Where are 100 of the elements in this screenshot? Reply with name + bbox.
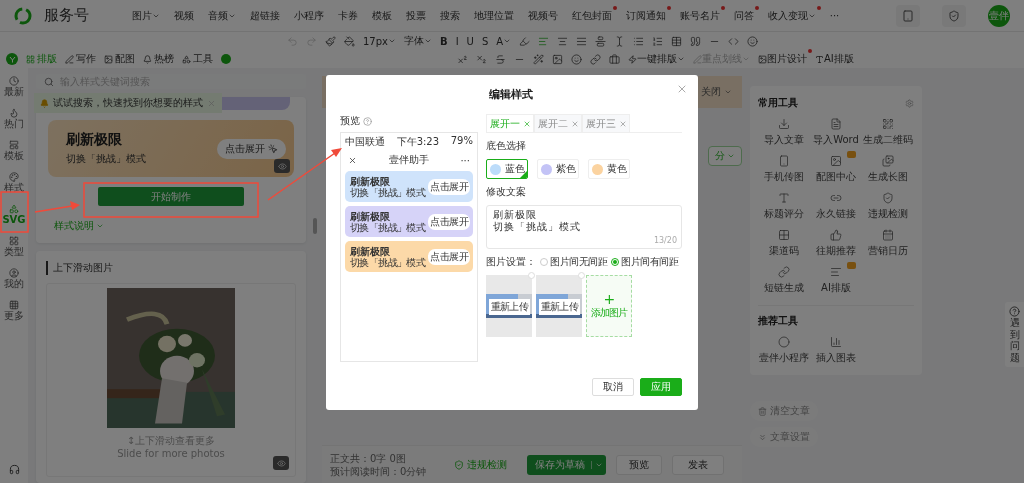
expand-button[interactable]: 点击展开	[428, 213, 470, 230]
format-button[interactable]: I	[455, 35, 459, 47]
expand-button[interactable]: 点击展开	[217, 138, 286, 159]
text-field[interactable]: 刷新极限 切换「挑战」模式 13/20	[486, 205, 682, 249]
panel-tab[interactable]: 写作	[65, 52, 96, 66]
tool-item[interactable]: 永久链接	[810, 192, 862, 221]
sidebar-item[interactable]: 热门	[4, 108, 24, 129]
tab[interactable]: 展开三	[582, 114, 630, 132]
save-draft-button[interactable]: 保存为草稿	[527, 454, 606, 475]
tool-item[interactable]: AI排版	[810, 266, 862, 295]
tool-item[interactable]: 导入Word	[810, 118, 862, 147]
help-tab[interactable]: 遇到问题	[1005, 302, 1024, 367]
tool-item[interactable]: 壹伴小程序	[758, 336, 810, 365]
cancel-button[interactable]: 取消	[592, 378, 634, 396]
menu-item[interactable]: 收入变现	[760, 8, 823, 23]
panel-tab[interactable]: 配图	[104, 52, 135, 66]
color-option[interactable]: 紫色	[537, 159, 579, 179]
style-help-link[interactable]: 样式说明	[54, 219, 104, 233]
apply-button[interactable]: 应用	[640, 378, 682, 396]
format-button[interactable]: B	[440, 35, 448, 47]
menu-item[interactable]: 红包封面	[564, 8, 619, 23]
expand-button[interactable]: 点击展开	[428, 248, 470, 265]
sidebar-item[interactable]: 样式	[4, 172, 24, 193]
sidebar-item[interactable]: 最新	[4, 76, 24, 97]
sidebar-item[interactable]: 更多	[4, 300, 24, 321]
banner-subtitle: 切换「挑战」模式	[66, 152, 146, 166]
color-option[interactable]: 蓝色	[486, 159, 528, 179]
sidebar-item[interactable]: 模板	[4, 140, 24, 161]
section-label: 修改文案	[486, 185, 527, 199]
tool-item[interactable]: 标题评分	[758, 192, 810, 221]
preview-button[interactable]: 预览	[616, 454, 662, 475]
format-button[interactable]: U	[466, 35, 474, 47]
menu-item[interactable]: 问答	[726, 8, 761, 23]
dialog-title: 编辑样式	[488, 87, 534, 102]
card-subtitle: 切换「挑战」模式	[350, 186, 426, 198]
tab[interactable]: 展开二	[534, 114, 582, 132]
radio-option[interactable]: 图片间有间距	[611, 255, 678, 269]
menu-item[interactable]: 音频	[200, 8, 243, 23]
tool-item[interactable]: 往期推荐	[810, 229, 862, 258]
tool-item[interactable]: 违规检测	[862, 192, 914, 221]
tool-item[interactable]: 配图中心	[810, 155, 862, 184]
score-button[interactable]: 分	[708, 146, 742, 166]
add-image-button[interactable]: + 添加图片	[586, 275, 632, 337]
phone-title: 壹伴助手	[388, 153, 429, 167]
card-subtitle: 切换「挑战」模式	[350, 256, 426, 268]
word-count: 正文共：0字 0图	[330, 451, 407, 465]
radio-option[interactable]: 图片间无间距	[540, 255, 607, 269]
status-text: 79%	[450, 135, 473, 148]
menu-item[interactable]: 投票	[398, 8, 433, 23]
tool-item[interactable]: 渠道码	[758, 229, 810, 258]
menu-item[interactable]: 视频	[166, 8, 201, 23]
reupload-button[interactable]: 重新上传	[539, 299, 580, 315]
panel-tab[interactable]: 热榜	[143, 52, 174, 66]
expand-button[interactable]: 点击展开	[428, 178, 470, 195]
panel-title: 推荐工具	[758, 314, 798, 328]
panel-tab[interactable]: 工具	[182, 52, 213, 66]
publish-button[interactable]: 发表	[672, 454, 724, 475]
sidebar-item[interactable]: 类型	[4, 236, 24, 257]
menu-item[interactable]: 地理位置	[466, 8, 521, 23]
format-button[interactable]: 字体	[404, 34, 432, 48]
format-button[interactable]: S	[481, 35, 489, 47]
more-button[interactable]: ···	[460, 154, 470, 166]
tool-item[interactable]: 营销日历	[862, 229, 914, 258]
format-button[interactable]: A	[496, 35, 512, 47]
menu-item[interactable]: 账号名片	[672, 8, 727, 23]
menu-item[interactable]: 模板	[364, 8, 399, 23]
format-button[interactable]: 17px	[363, 35, 396, 47]
menu-item[interactable]: 小程序	[286, 8, 331, 23]
color-option[interactable]: 黄色	[588, 159, 630, 179]
toolbar-action[interactable]: 图片设计	[758, 52, 807, 66]
menu-item[interactable]: 订阅通知	[618, 8, 673, 23]
tool-item[interactable]: 生成二维码	[862, 118, 914, 147]
sidebar-item[interactable]: 我的	[4, 268, 24, 289]
toolbar-action[interactable]: AI排版	[815, 52, 854, 66]
tip-text: 试试搜索，快速找到你想要的样式	[53, 96, 203, 110]
start-button[interactable]: 开始制作	[98, 187, 244, 206]
tab[interactable]: 展开一	[486, 114, 534, 132]
menu-item[interactable]: 卡券	[330, 8, 365, 23]
status-text: 下午3:23	[396, 135, 440, 149]
close-dropdown[interactable]: 关闭	[701, 85, 732, 99]
tool-item[interactable]: 手机传图	[758, 155, 810, 184]
menu-item[interactable]: 图片	[124, 8, 167, 23]
card-subtitle: 切换「挑战」模式	[350, 221, 426, 233]
tool-item[interactable]: 短链生成	[758, 266, 810, 295]
card-title: 刷新极限	[350, 245, 391, 257]
more-button[interactable]: ···	[822, 10, 847, 21]
card-title: 刷新极限	[350, 210, 391, 222]
panel-tab[interactable]: 排版	[26, 52, 57, 66]
tool-item[interactable]: 导入文章	[758, 118, 810, 147]
menu-item[interactable]: 搜索	[432, 8, 467, 23]
menu-item[interactable]: 超链接	[242, 8, 287, 23]
avatar[interactable]: 壹伴	[988, 4, 1010, 27]
tool-item[interactable]: 插入图表	[810, 336, 862, 365]
tool-item[interactable]: 生成长图	[862, 155, 914, 184]
banner-title: 刷新极限	[66, 131, 123, 149]
menu-item[interactable]: 视频号	[520, 8, 565, 23]
brand-name: 服务号	[44, 6, 89, 25]
word-count: 预计阅读时间：0分钟	[330, 464, 427, 478]
section-title: 上下滑动图片	[46, 261, 296, 275]
reupload-button[interactable]: 重新上传	[489, 299, 530, 315]
